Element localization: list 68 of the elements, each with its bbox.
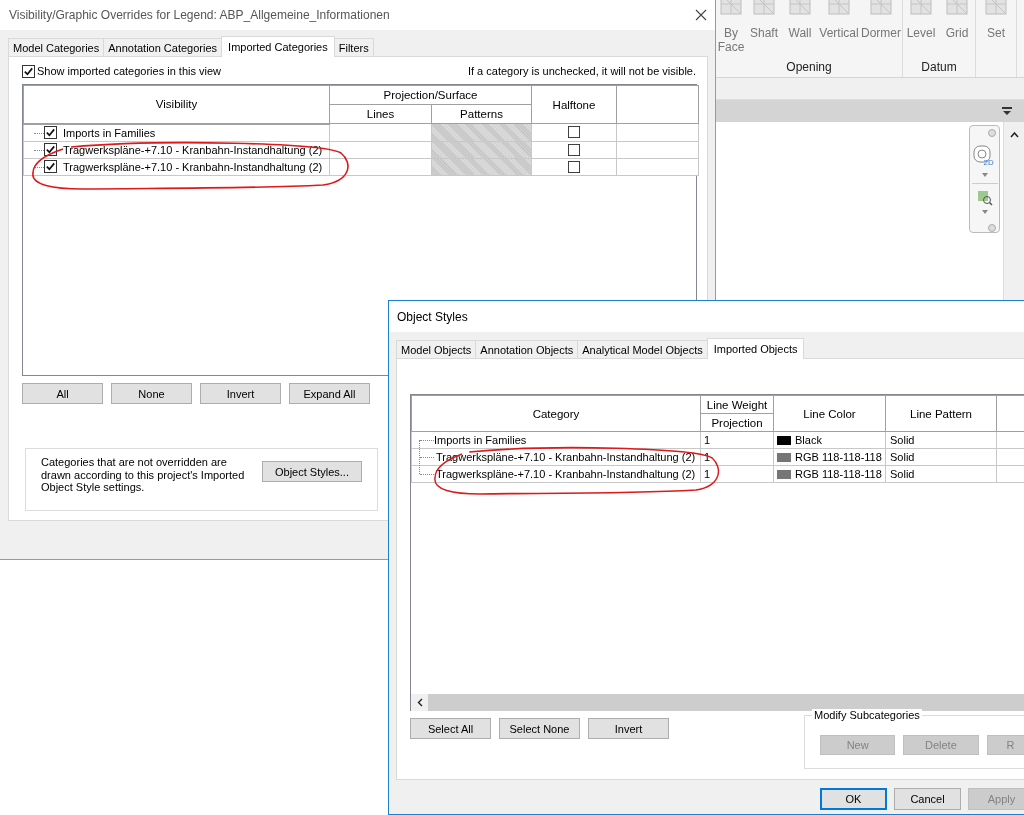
table-cell: RGB 118-118-118 — [795, 451, 882, 463]
tool-label[interactable]: Grid — [945, 26, 969, 40]
group-label: Modify Subcategories — [812, 709, 922, 721]
window-title: Visibility/Graphic Overrides for Legend: ABP_Allgemeine_Informationen — [9, 8, 390, 22]
column-header[interactable]: Line Weight — [700, 395, 774, 414]
column-header[interactable]: Halftone — [531, 85, 617, 124]
checkbox[interactable] — [568, 126, 580, 139]
tool-label[interactable]: By Face — [717, 26, 745, 54]
tool-label[interactable]: Set — [987, 26, 1005, 40]
object-styles-button[interactable]: Object Styles... — [262, 461, 362, 482]
tab[interactable]: Imported Categories — [221, 36, 335, 57]
tab[interactable]: Annotation Objects — [475, 340, 579, 358]
button[interactable]: None — [111, 383, 192, 404]
table-cell-text: 1 — [703, 468, 711, 480]
scroll-left-icon[interactable] — [416, 698, 423, 707]
dropdown-icon[interactable] — [1002, 107, 1012, 115]
table-cell-text: Solid — [889, 434, 915, 446]
wheel-label: 2D — [983, 158, 994, 167]
column-header[interactable]: Category — [411, 395, 701, 432]
tab[interactable]: Analytical Model Objects — [577, 340, 708, 358]
checkbox[interactable] — [44, 160, 57, 173]
tab[interactable]: Annotation Categories — [103, 38, 223, 56]
scroll-up-icon[interactable] — [1009, 132, 1019, 138]
tool-label[interactable]: Shaft — [750, 26, 778, 40]
column-header[interactable]: Lines — [329, 104, 432, 124]
tool-label[interactable]: Wall — [788, 26, 812, 40]
category-name: Imports in Families — [63, 126, 156, 139]
checkbox[interactable] — [22, 64, 35, 78]
close-icon[interactable] — [695, 9, 707, 21]
tab[interactable]: Filters — [333, 38, 374, 56]
checkbox[interactable] — [44, 126, 57, 139]
column-header[interactable]: Line Color — [773, 395, 886, 432]
window-title: Object Styles — [397, 309, 468, 324]
info-text: Categories that are not overridden are drawn according to this project's Imported Object Style settings. — [41, 456, 246, 494]
button[interactable]: Invert — [588, 718, 669, 739]
column-header[interactable]: Visibility — [23, 85, 330, 124]
category-name: Imports in Families — [434, 434, 527, 446]
tool-label[interactable]: Level — [906, 26, 936, 40]
ribbon-group-label: Datum — [920, 59, 958, 76]
button[interactable]: Select All — [410, 718, 491, 739]
button[interactable]: OK — [820, 788, 887, 810]
category-name: Tragwerkspläne-+7.10 - Kranbahn-Instandhaltung (2) — [63, 160, 323, 173]
table-cell-text: Solid — [889, 451, 915, 463]
column-header[interactable]: Line Pattern — [885, 395, 997, 432]
table-cell-text: Solid — [889, 468, 915, 480]
hint-text: If a category is unchecked, it will not be visible. — [467, 65, 696, 77]
checkbox[interactable] — [44, 143, 57, 156]
table-cell: RGB 118-118-118 — [795, 468, 882, 480]
checkbox[interactable] — [568, 160, 580, 173]
button[interactable]: Cancel — [894, 788, 961, 810]
button[interactable]: Select None — [499, 718, 580, 739]
ribbon-group-label: Opening — [785, 59, 833, 76]
table-cell-text: 1 — [703, 434, 711, 446]
category-name: Tragwerkspläne-+7.10 - Kranbahn-Instandhaltung (2) — [436, 468, 696, 480]
column-header[interactable]: Projection/Surface — [329, 85, 532, 105]
tab[interactable]: Imported Objects — [706, 338, 805, 359]
button[interactable]: All — [22, 383, 103, 404]
table-cell: Black — [795, 434, 822, 446]
button[interactable]: Expand All — [289, 383, 370, 404]
tool-label[interactable]: Vertical — [819, 26, 859, 40]
tool-label[interactable]: Dormer — [861, 26, 901, 40]
button[interactable]: Invert — [200, 383, 281, 404]
zoom-icon[interactable] — [976, 190, 993, 206]
checkbox[interactable] — [568, 143, 580, 156]
table-cell-text: 1 — [703, 451, 711, 463]
checkbox-label: Show imported categories in this view — [37, 65, 222, 77]
tab[interactable]: Model Objects — [396, 340, 477, 358]
tab[interactable]: Model Categories — [8, 38, 105, 56]
